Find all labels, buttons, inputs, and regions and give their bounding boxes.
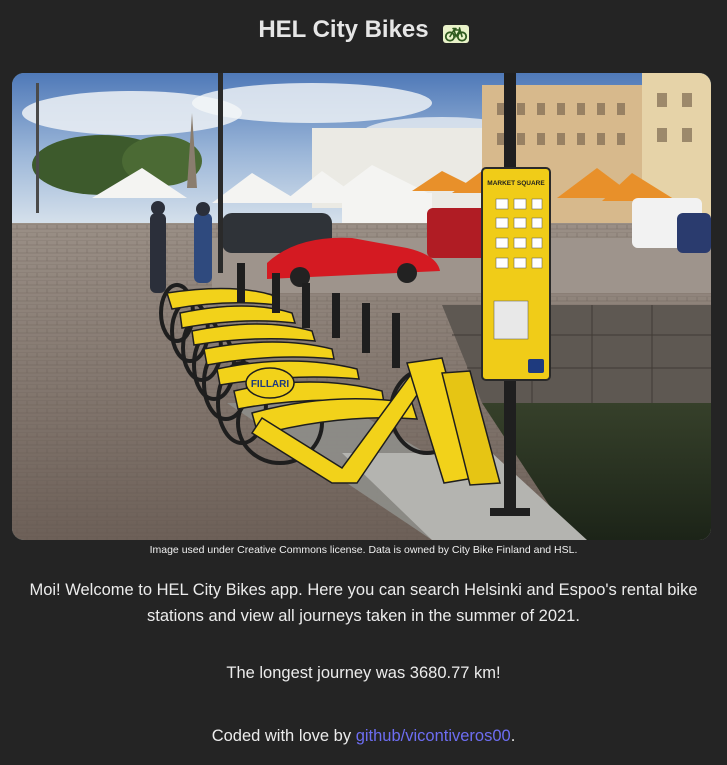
station-sign-label: MARKET SQUARE — [487, 180, 545, 187]
image-caption: Image used under Creative Commons licens… — [149, 544, 578, 556]
longest-journey-text: The longest journey was 3680.77 km! — [226, 664, 501, 682]
intro-text: Moi! Welcome to HEL City Bikes app. Here… — [29, 581, 698, 625]
footer-suffix: . — [510, 727, 516, 745]
bicycle-icon — [442, 20, 469, 43]
bike-brand-label: FILLARI — [251, 379, 290, 390]
page: HEL City Bikes FILLARI MARKET SQUARE Ima… — [0, 0, 727, 765]
footer-prefix: Coded with love by — [211, 727, 356, 745]
footer: Coded with love by github/vicontiveros00… — [0, 727, 727, 746]
hero-image: FILLARI MARKET SQUARE — [12, 73, 711, 540]
page-title: HEL City Bikes — [258, 16, 429, 43]
header: HEL City Bikes — [0, 14, 727, 46]
github-link[interactable]: github/vicontiveros00 — [356, 727, 511, 745]
